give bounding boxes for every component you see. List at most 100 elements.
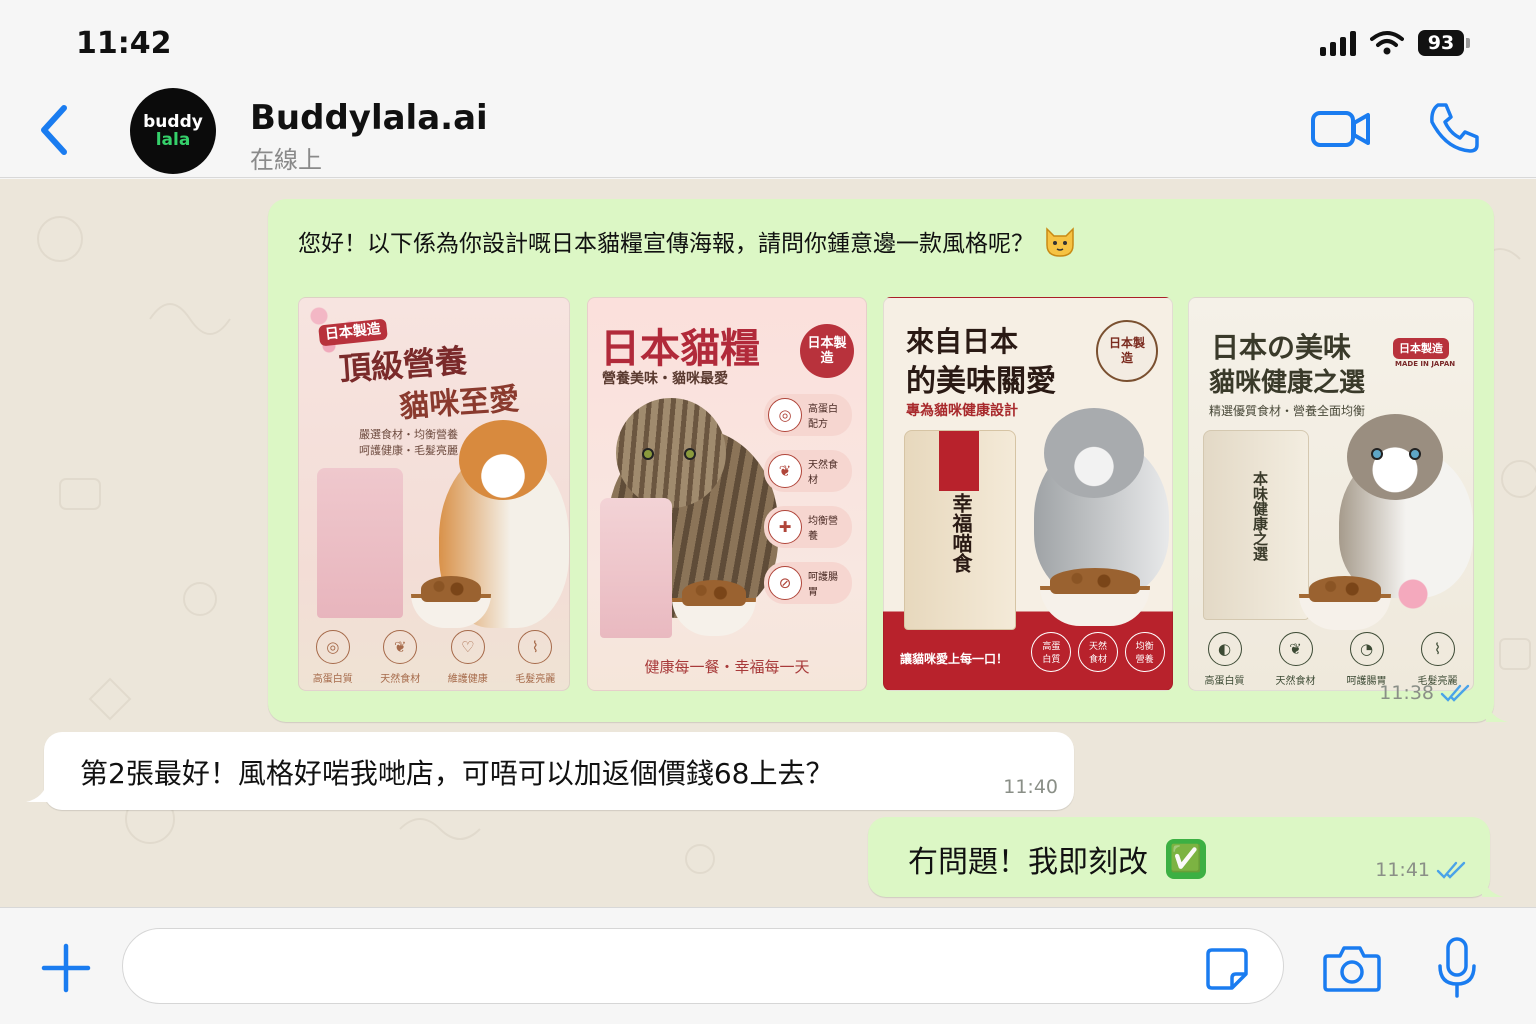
leaf-icon: ❦ — [768, 454, 802, 488]
cat-eye — [1409, 448, 1421, 460]
protein-badge-icon: 高蛋白質 — [1031, 632, 1072, 672]
cat-food-bag-image: 本味健康之選 — [1203, 430, 1309, 620]
feature-protein: ◎ 高蛋白質 — [303, 630, 363, 685]
poster-card-4[interactable]: 日本の美味 貓咪健康之選 日本製造 MADE IN JAPAN 精選優質食材・營… — [1188, 297, 1474, 691]
feature-health: ♡ 維護健康 — [438, 630, 498, 685]
bag-red-stripe — [939, 431, 979, 491]
cat-face-emoji-icon — [1046, 227, 1074, 257]
poster-subtitle: 專為貓咪健康設計 — [906, 403, 1018, 419]
contact-name[interactable]: Buddylala.ai — [250, 98, 488, 138]
message-text: 冇問題！我即刻改 ✅ — [908, 837, 1206, 881]
poster-card-2[interactable]: 日本貓糧 日本製造 營養美味・貓咪最愛 ◎ 高蛋白配方 ❦ 天然食材 ✚ 均衡營… — [587, 297, 867, 691]
sticker-icon[interactable] — [1204, 946, 1250, 992]
contact-status: 在線上 — [250, 146, 322, 174]
battery-icon: 93 — [1418, 30, 1470, 56]
message-text: 第2張最好！風格好啱我哋店，可唔可以加返個價錢68上去？ — [80, 757, 834, 790]
feature-icons-row: 高蛋白質 天然食材 均衡營養 — [1028, 632, 1168, 672]
feature-list: ◎ 高蛋白配方 ❦ 天然食材 ✚ 均衡營養 ⊘ 呵護腸胃 — [764, 394, 852, 604]
feature-label: 天然食材 — [1275, 676, 1316, 687]
poster-subtitle: 營養美味・貓咪最愛 — [602, 371, 728, 387]
natural-badge-icon: 天然食材 — [1077, 632, 1118, 672]
badge-text: 日本製造 — [1108, 336, 1145, 365]
feature-coat: ⌇ 毛髮亮麗 — [1408, 632, 1468, 687]
phone-call-icon[interactable] — [1426, 100, 1482, 156]
cat-food-bag-image: 幸福喵食 — [904, 430, 1016, 630]
message-bubble-outgoing[interactable]: 冇問題！我即刻改 ✅ 11:41 — [868, 817, 1504, 897]
poster-title-line2: 貓咪至愛 — [398, 381, 521, 426]
microphone-icon[interactable] — [1434, 936, 1480, 1000]
message-text: 您好！以下係為你設計嘅日本貓糧宣傳海報，請問你鍾意邊一款風格呢？ — [298, 223, 1078, 259]
poster-title-line1: 日本の美味 — [1211, 331, 1352, 364]
message-text-content: 冇問題！我即刻改 — [908, 845, 1148, 880]
check-mark-emoji-icon: ✅ — [1166, 839, 1206, 879]
fur-icon: ⌇ — [1420, 632, 1455, 666]
protein-icon: ◎ — [315, 630, 350, 664]
feature-label: 高蛋白配方 — [808, 404, 838, 430]
poster-card-3[interactable]: 來自日本 的美味關愛 日本製造 專為貓咪健康設計 幸福喵食 讓貓咪愛上每一口！ … — [883, 297, 1173, 691]
message-time: 11:38 — [1379, 682, 1434, 704]
poster-footer: 讓貓咪愛上每一口！ — [900, 652, 1009, 666]
feature-label: 維護健康 — [447, 674, 488, 685]
feature-label: 毛髮亮麗 — [515, 674, 556, 685]
made-in-japan-badge: 日本製造 — [800, 324, 854, 378]
feature-natural: ❦ 天然食材 — [1266, 632, 1326, 687]
heart-plus-icon: ♡ — [450, 630, 485, 664]
feature-item: ❦ 天然食材 — [764, 450, 852, 492]
cat-head-image — [1044, 408, 1144, 498]
poster-subtitle: 精選優質食材・營養全面均衡 — [1209, 404, 1366, 418]
feature-icons-row: ◐ 高蛋白質 ❦ 天然食材 ◔ 呵護腸胃 ⌇ 毛髮亮麗 — [1189, 632, 1473, 687]
fish-icon: ◐ — [1207, 632, 1242, 666]
poster-card-1[interactable]: 日本製造 頂級營養 貓咪至愛 嚴選食材・均衡營養 呵護健康・毛髮亮麗 ◎ 高蛋白質… — [298, 297, 570, 691]
cat-food-bag-image — [317, 468, 403, 618]
status-icons: 93 — [1320, 30, 1470, 56]
poster-title-line2: 的美味關愛 — [906, 364, 1056, 399]
feature-protein: 高蛋白質 — [1029, 632, 1073, 672]
balanced-badge-icon: 均衡營養 — [1124, 632, 1165, 672]
status-bar: 11:42 93 — [0, 0, 1536, 84]
bubble-tail — [26, 780, 48, 802]
stomach-icon: ◔ — [1349, 632, 1384, 666]
leaf-icon: ❦ — [383, 630, 418, 664]
camera-icon[interactable] — [1322, 942, 1382, 994]
feature-icons-row: ◎ 高蛋白質 ❦ 天然食材 ♡ 維護健康 ⌇ 毛髮亮麗 — [299, 630, 569, 685]
message-time: 11:40 — [1003, 776, 1058, 798]
bag-label: 本味健康之選 — [1251, 471, 1269, 561]
message-input[interactable] — [122, 928, 1284, 1004]
cat-food-bag-image — [600, 498, 672, 638]
badge-text: 日本製造 — [807, 336, 847, 366]
message-meta: 11:40 — [1003, 776, 1058, 798]
status-time: 11:42 — [76, 26, 172, 61]
food-bowl-image — [1299, 576, 1391, 630]
avatar-logo-line1: buddy — [143, 112, 203, 132]
composer-bar — [0, 907, 1536, 1024]
message-meta: 11:38 — [1379, 682, 1472, 704]
shield-plus-icon: ✚ — [768, 510, 802, 544]
feature-item: ◎ 高蛋白配方 — [764, 394, 852, 436]
cat-head-image — [1347, 414, 1443, 500]
bag-label: 幸福喵食 — [949, 493, 973, 573]
protein-icon: ◎ — [768, 398, 802, 432]
message-time: 11:41 — [1375, 859, 1430, 881]
chat-area[interactable]: 您好！以下係為你設計嘅日本貓糧宣傳海報，請問你鍾意邊一款風格呢？ 日本製造 頂級… — [0, 179, 1536, 907]
plus-attach-icon[interactable] — [40, 942, 92, 994]
poster-subtitle-2: 呵護健康・毛髮亮麗 — [359, 444, 458, 457]
feature-natural: ❦ 天然食材 — [370, 630, 430, 685]
contact-avatar[interactable]: buddy lala — [130, 88, 216, 174]
made-in-japan-badge: 日本製造 — [1393, 338, 1449, 359]
video-call-icon[interactable] — [1310, 106, 1372, 152]
poster-footer: 健康每一餐・幸福每一天 — [644, 658, 810, 676]
back-chevron-icon[interactable] — [34, 102, 78, 158]
cat-eye — [1371, 448, 1383, 460]
message-bubble-incoming[interactable]: 第2張最好！風格好啱我哋店，可唔可以加返個價錢68上去？ 11:40 — [26, 732, 1074, 810]
feature-label: 天然食材 — [808, 460, 838, 486]
battery-level: 93 — [1418, 30, 1464, 56]
made-in-japan-badge: 日本製造 — [1096, 320, 1158, 382]
message-bubble-posters[interactable]: 您好！以下係為你設計嘅日本貓糧宣傳海報，請問你鍾意邊一款風格呢？ 日本製造 頂級… — [268, 199, 1508, 722]
food-bowl-image — [1040, 568, 1150, 626]
cherry-blossom-decoration — [1389, 568, 1449, 618]
avatar-logo-line2: lala — [155, 130, 191, 150]
poster-title-line1: 來自日本 — [906, 325, 1019, 358]
feature-item: ⊘ 呵護腸胃 — [764, 562, 852, 604]
message-meta: 11:41 — [1375, 859, 1468, 881]
feature-item: ✚ 均衡營養 — [764, 506, 852, 548]
